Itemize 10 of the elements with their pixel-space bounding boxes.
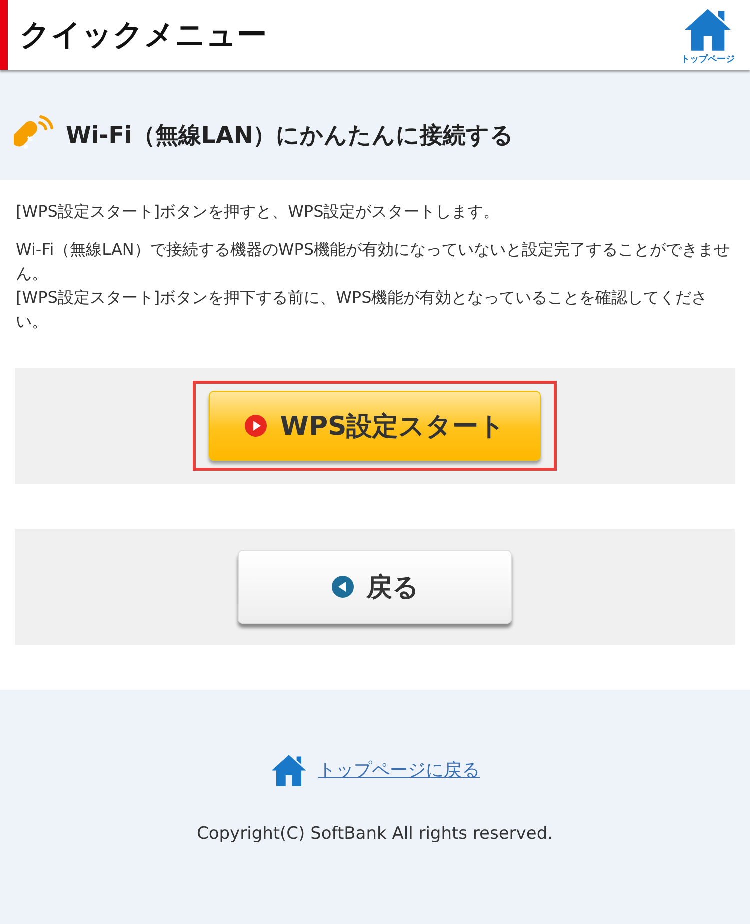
top-page-link[interactable]: トップページに戻る bbox=[318, 758, 480, 782]
page-title: クイックメニュー bbox=[20, 16, 268, 54]
home-button[interactable]: トップページ bbox=[681, 4, 735, 66]
instruction-text: Wi-Fi（無線LAN）で接続する機器のWPS機能が有効になっていないと設定完了することができません。 [WPS設定スタート]ボタンを押下する前に、WPS機能が有効となっていることを確認してください。 bbox=[16, 239, 731, 333]
back-button[interactable]: 戻る bbox=[238, 550, 512, 624]
copyright-text: Copyright(C) SoftBank All rights reserved. bbox=[196, 824, 554, 844]
section-title: Wi-Fi（無線LAN）にかんたんに接続する bbox=[66, 122, 514, 150]
wps-start-button[interactable]: WPS設定スタート bbox=[209, 391, 541, 461]
instruction-text: [WPS設定スタート]ボタンを押すと、WPS設定がスタートします。 bbox=[16, 201, 501, 223]
play-icon bbox=[244, 414, 268, 438]
